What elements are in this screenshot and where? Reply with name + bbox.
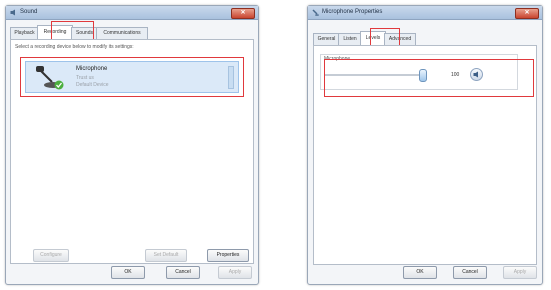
properties-ok-label: OK	[416, 269, 424, 275]
microphone-properties-title: Microphone Properties	[322, 9, 383, 15]
tab-listen-label: Listen	[343, 36, 357, 42]
properties-apply-button[interactable]: Apply	[503, 266, 537, 279]
sound-close-button[interactable]: ✕	[231, 8, 255, 19]
tab-general-label: General	[317, 36, 336, 42]
microphone-title-icon	[312, 9, 319, 16]
tab-playback[interactable]: Playback	[10, 27, 39, 39]
properties-cancel-label: Cancel	[462, 269, 478, 275]
apply-button[interactable]: Apply	[218, 266, 252, 279]
sound-dialog: Sound ✕ Playback Recording Sounds Commun…	[5, 5, 259, 285]
close-icon: ✕	[524, 10, 530, 16]
sound-speaker-icon	[10, 9, 15, 16]
cancel-button[interactable]: Cancel	[166, 266, 200, 279]
sound-dialog-title: Sound	[20, 9, 38, 15]
properties-ok-button[interactable]: OK	[403, 266, 437, 279]
configure-button[interactable]: Configure	[33, 249, 69, 262]
set-default-button[interactable]: Set Default	[145, 249, 187, 262]
properties-apply-label: Apply	[513, 269, 527, 275]
microphone-properties-close-button[interactable]: ✕	[515, 8, 539, 19]
close-icon: ✕	[240, 10, 246, 16]
sound-title-bar[interactable]: Sound ✕	[6, 6, 258, 20]
tab-playback-label: Playback	[14, 30, 35, 36]
device-highlight	[20, 57, 244, 97]
ok-button[interactable]: OK	[111, 266, 145, 279]
tab-listen[interactable]: Listen	[338, 33, 362, 45]
set-default-label: Set Default	[153, 252, 179, 258]
recording-panel: Select a recording device below to modif…	[10, 39, 254, 264]
tab-communications[interactable]: Communications	[96, 27, 148, 39]
microphone-level-highlight	[324, 59, 534, 97]
properties-label: Properties	[216, 252, 240, 258]
levels-panel: Microphone 100	[313, 45, 537, 265]
properties-button[interactable]: Properties	[207, 249, 249, 262]
apply-label: Apply	[228, 269, 242, 275]
cancel-label: Cancel	[175, 269, 191, 275]
tab-communications-label: Communications	[103, 30, 141, 36]
microphone-properties-title-bar[interactable]: Microphone Properties ✕	[308, 6, 542, 20]
tab-general[interactable]: General	[313, 33, 340, 45]
recording-instruction: Select a recording device below to modif…	[15, 44, 134, 50]
properties-cancel-button[interactable]: Cancel	[453, 266, 487, 279]
microphone-properties-dialog: Microphone Properties ✕ General Listen L…	[307, 5, 543, 285]
configure-label: Configure	[40, 252, 62, 258]
ok-label: OK	[124, 269, 132, 275]
